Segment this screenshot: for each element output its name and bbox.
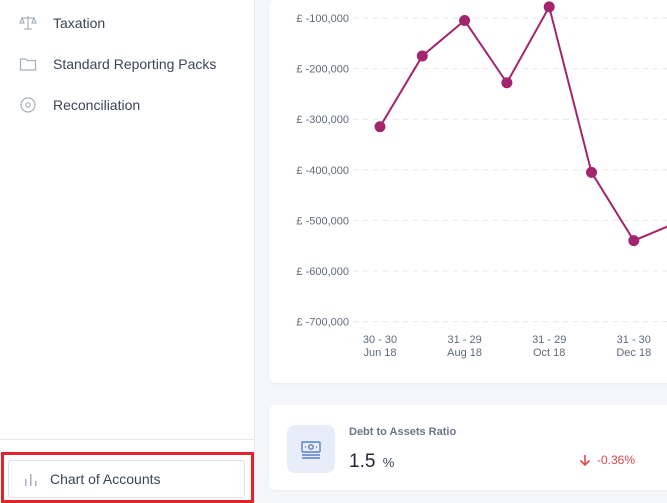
ratio-unit: %: [382, 455, 395, 470]
data-point[interactable]: [501, 77, 513, 89]
cash-icon: [301, 441, 321, 459]
y-tick-label: £ -200,000: [296, 64, 349, 76]
ratio-change: -0.36%: [579, 453, 635, 467]
sidebar-item-standard-reporting-packs[interactable]: Standard Reporting Packs: [0, 49, 255, 79]
folder-icon: [19, 58, 37, 71]
highlight-box: [1, 452, 254, 503]
x-tick-label: Oct 18: [533, 347, 565, 359]
x-tick-label: 31 - 30: [617, 334, 651, 346]
sidebar-item-taxation[interactable]: Taxation: [0, 8, 255, 38]
target-icon: [20, 97, 36, 113]
data-point[interactable]: [543, 1, 555, 13]
sidebar: Taxation Standard Reporting Packs Reconc…: [0, 0, 255, 503]
y-tick-label: £ -100,000: [296, 13, 349, 25]
x-tick-label: Aug 18: [447, 347, 482, 359]
ratio-title: Debt to Assets Ratio: [349, 426, 457, 438]
y-tick-label: £ -700,000: [296, 317, 349, 329]
data-point[interactable]: [628, 235, 640, 247]
data-point[interactable]: [374, 121, 386, 133]
sidebar-item-reconciliation[interactable]: Reconciliation: [0, 90, 255, 120]
sidebar-item-label: Standard Reporting Packs: [53, 56, 217, 72]
arrow-down-icon: [579, 455, 591, 466]
ratio-change-value: -0.36%: [597, 453, 636, 467]
sidebar-item-label: Taxation: [53, 15, 106, 31]
ratio-value-wrapper: 1.5 %: [349, 451, 394, 473]
series-line: [379, 4, 667, 242]
x-tick-label: 31 - 29: [532, 334, 566, 346]
y-tick-label: £ -600,000: [296, 266, 349, 278]
x-tick-label: Dec 18: [616, 347, 651, 359]
data-point[interactable]: [586, 166, 597, 178]
x-tick-label: 30 - 30: [363, 334, 397, 346]
sidebar-divider: [0, 439, 255, 440]
debt-to-assets-card: Debt to Assets Ratio 1.5 % -0.36%: [269, 405, 667, 490]
y-tick-label: £ -500,000: [296, 215, 349, 227]
chart-card: £ -100,000 £ -200,000 £ -300,000 £ -400,000…: [269, 0, 667, 383]
data-point[interactable]: [416, 50, 428, 62]
sidebar-item-label: Reconciliation: [53, 97, 141, 113]
ratio-icon-box: [287, 425, 335, 473]
line-chart: £ -100,000 £ -200,000 £ -300,000 £ -400,000…: [296, 1, 667, 359]
x-tick-label: 31 - 29: [447, 334, 481, 346]
y-tick-label: £ -400,000: [296, 165, 349, 177]
scales-icon: [19, 16, 37, 30]
ratio-value: 1.5: [349, 451, 376, 472]
x-tick-label: Jun 18: [363, 347, 396, 359]
data-point[interactable]: [459, 15, 471, 27]
y-tick-label: £ -300,000: [296, 114, 349, 126]
